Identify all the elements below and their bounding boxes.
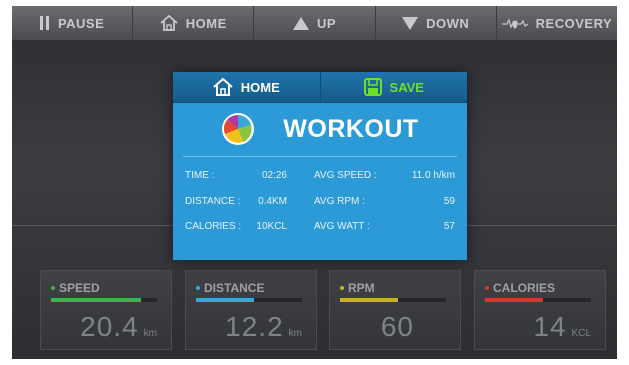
rpm-bar	[340, 298, 446, 302]
calories-unit: KCL	[571, 328, 591, 339]
rpm-bar-fill	[340, 298, 399, 302]
time-value: 02:26	[261, 170, 287, 181]
up-button[interactable]: UP	[254, 6, 376, 40]
time-label: TIME :	[185, 170, 215, 181]
calories-value: 14 KCL	[533, 311, 591, 343]
speed-card: SPEED 20.4 km	[40, 270, 172, 350]
speed-unit: km	[143, 328, 157, 339]
pause-label: PAUSE	[57, 15, 105, 31]
calories-bar	[485, 298, 591, 302]
down-label: DOWN	[426, 15, 470, 31]
avg-speed-label: AVG SPEED :	[314, 170, 377, 181]
down-button[interactable]: DOWN	[376, 6, 497, 40]
pause-button[interactable]: PAUSE	[12, 6, 134, 40]
home-icon	[160, 15, 178, 31]
calories-dot	[485, 286, 489, 290]
avg-watt-label: AVG WATT :	[314, 221, 370, 232]
distance-bar	[196, 298, 302, 302]
up-label: UP	[316, 15, 337, 31]
recovery-label: RECOVERY	[535, 15, 613, 31]
calories-card: CALORIES 14 KCL	[474, 270, 606, 350]
distance-stat-label: DISTANCE :	[185, 196, 241, 207]
distance-label: DISTANCE	[204, 281, 265, 295]
stat-row-distance: DISTANCE : 0.4KM AVG RPM : 59	[185, 196, 455, 210]
calories-stat-label: CALORIES :	[185, 221, 242, 232]
pause-icon	[39, 16, 49, 30]
dialog-home-label: HOME	[240, 79, 280, 95]
rpm-card: RPM 60	[329, 270, 461, 350]
avg-rpm-value: 59	[443, 196, 455, 207]
app-screen: PAUSE HOME UP DOWN RECOVERY SPEED 20.4 k…	[12, 6, 617, 359]
speed-value: 20.4 km	[80, 311, 157, 343]
recovery-button[interactable]: RECOVERY	[497, 6, 617, 40]
speed-bar-fill	[51, 298, 142, 302]
calories-card-title: CALORIES	[485, 281, 555, 295]
speed-number: 20.4	[80, 311, 139, 342]
distance-dot	[196, 286, 200, 290]
dialog-title: WORKOUT	[283, 114, 419, 143]
distance-stat-value: 0.4KM	[258, 196, 287, 207]
dialog-title-row: WORKOUT	[173, 106, 467, 152]
calories-number: 14	[533, 311, 567, 342]
avg-speed-value: 11.0 h/km	[411, 170, 455, 181]
distance-card: DISTANCE 12.2 km	[185, 270, 317, 350]
workout-dialog: HOME SAVE WORKOUT TIME: 02:26 AVG SPEED…	[173, 72, 467, 260]
down-arrow-icon	[402, 16, 419, 30]
home-icon	[213, 78, 233, 96]
rpm-dot	[340, 286, 344, 290]
speed-label: SPEED	[59, 281, 100, 295]
speed-dot	[51, 286, 55, 290]
speed-card-title: SPEED	[51, 281, 100, 295]
rpm-label: RPM	[348, 281, 375, 295]
up-arrow-icon	[292, 16, 309, 30]
heart-pulse-icon	[501, 18, 528, 29]
stat-row-calories: CALORIES : 10KCL AVG WATT : 57	[185, 221, 455, 235]
dialog-header: HOME SAVE	[173, 72, 467, 103]
dialog-save-label: SAVE	[389, 79, 424, 95]
save-icon	[363, 78, 382, 96]
distance-bar-fill	[196, 298, 255, 302]
top-toolbar: PAUSE HOME UP DOWN RECOVERY	[12, 6, 617, 40]
distance-value: 12.2 km	[225, 311, 302, 343]
calories-stat-value: 10KCL	[256, 221, 287, 232]
calories-bar-fill	[485, 298, 544, 302]
avg-watt-value: 57	[443, 221, 455, 232]
rpm-number: 60	[380, 311, 414, 342]
pie-chart-icon	[222, 113, 255, 145]
speed-bar	[51, 298, 157, 302]
rpm-value: 60	[381, 311, 414, 343]
dialog-divider	[183, 156, 457, 157]
home-nav-label: HOME	[185, 15, 227, 31]
home-nav-button[interactable]: HOME	[133, 6, 255, 40]
rpm-card-title: RPM	[340, 281, 375, 295]
avg-rpm-label: AVG RPM :	[314, 196, 365, 207]
dialog-home-button[interactable]: HOME	[173, 72, 321, 102]
distance-card-title: DISTANCE	[196, 281, 264, 295]
distance-number: 12.2	[225, 311, 284, 342]
distance-unit: km	[288, 328, 302, 339]
dialog-save-button[interactable]: SAVE	[321, 72, 468, 102]
stat-row-time: TIME : 02:26 AVG SPEED : 11.0 h/km	[185, 170, 455, 184]
calories-label: CALORIES	[493, 281, 556, 295]
